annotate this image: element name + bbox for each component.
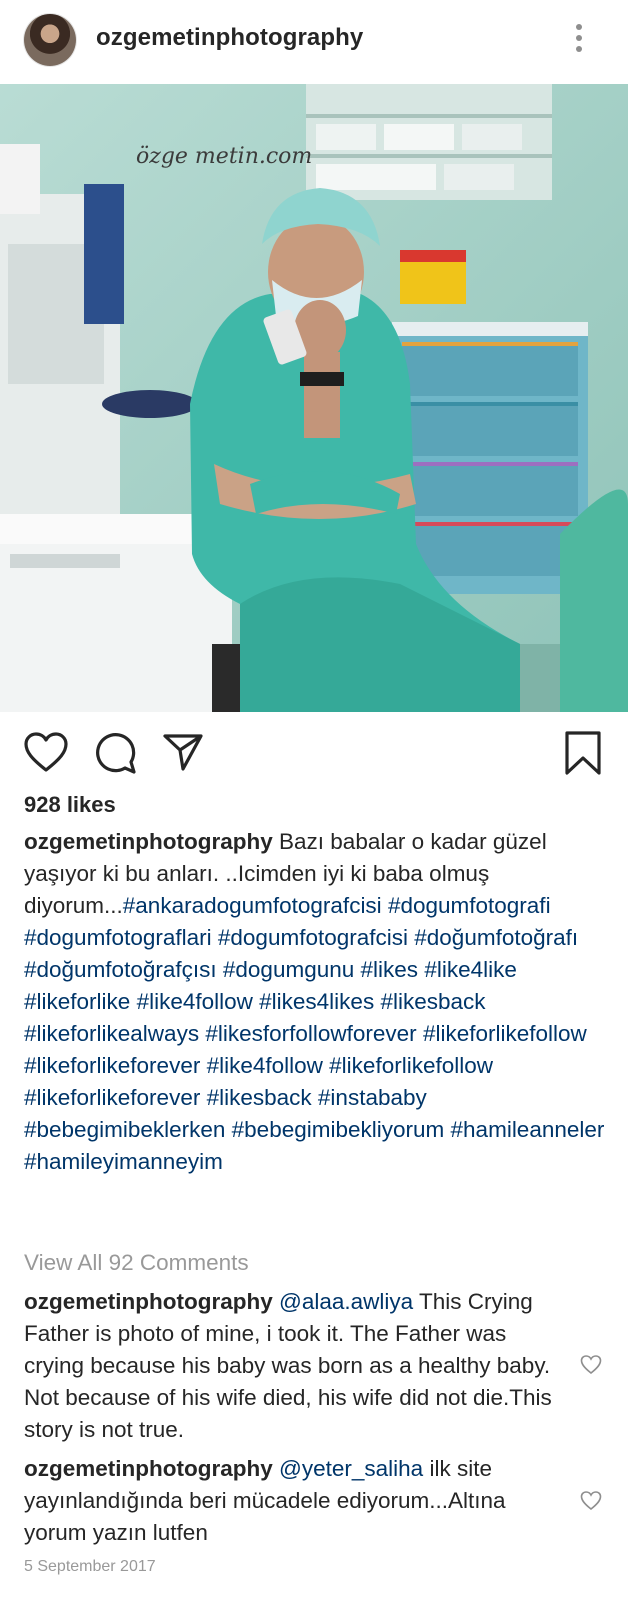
view-all-comments-link[interactable]: View All 92 Comments — [24, 1250, 249, 1276]
heart-icon[interactable] — [24, 732, 68, 774]
hashtag-link[interactable]: #dogumfotograflari — [24, 925, 212, 950]
post-photo[interactable]: özge metin.com — [0, 84, 628, 712]
comment: ozgemetinphotography @alaa.awliya This C… — [24, 1286, 572, 1446]
hashtag-link[interactable]: #likeforlike — [24, 989, 130, 1014]
hashtag-link[interactable]: #like4follow — [137, 989, 253, 1014]
hashtag-link[interactable]: #like4like — [424, 957, 517, 982]
hashtag-link[interactable]: #like4follow — [207, 1053, 323, 1078]
more-options-icon[interactable] — [574, 24, 584, 56]
like-count[interactable]: 928 likes — [24, 792, 116, 818]
post-username[interactable]: ozgemetinphotography — [96, 24, 363, 52]
bookmark-icon[interactable] — [564, 730, 602, 776]
hashtag-link[interactable]: #dogumgunu — [223, 957, 354, 982]
hashtag-link[interactable]: #likeforlikefollow — [329, 1053, 493, 1078]
hashtag-link[interactable]: #dogumfotografi — [388, 893, 551, 918]
caption-username[interactable]: ozgemetinphotography — [24, 829, 273, 854]
hashtag-link[interactable]: #ankaradogumfotografcisi — [123, 893, 382, 918]
comment-username[interactable]: ozgemetinphotography — [24, 1289, 273, 1314]
share-icon[interactable] — [162, 732, 204, 772]
hashtag-link[interactable]: #likeforlikefollow — [423, 1021, 587, 1046]
hashtag-link[interactable]: #likesforfollowforever — [205, 1021, 416, 1046]
avatar[interactable] — [24, 14, 76, 66]
hashtag-link[interactable]: #bebegimibeklerken — [24, 1117, 225, 1142]
hashtag-link[interactable]: #likeforlikeforever — [24, 1085, 200, 1110]
hashtag-link[interactable]: #likeforlikeforever — [24, 1053, 200, 1078]
post-header: ozgemetinphotography — [0, 0, 628, 84]
comment-mention[interactable]: @yeter_saliha — [279, 1456, 423, 1481]
comment-username[interactable]: ozgemetinphotography — [24, 1456, 273, 1481]
post-date: 5 September 2017 — [24, 1558, 156, 1575]
hashtag-link[interactable]: #likeforlikealways — [24, 1021, 199, 1046]
watermark: özge metin.com — [136, 144, 313, 169]
hashtag-link[interactable]: #likes4likes — [259, 989, 374, 1014]
hashtag-link[interactable]: #likesback — [380, 989, 485, 1014]
comment-icon[interactable] — [94, 732, 136, 774]
hashtag-link[interactable]: #hamileanneler — [451, 1117, 605, 1142]
comment: ozgemetinphotography @yeter_saliha ilk s… — [24, 1453, 572, 1549]
comment-like-heart-icon[interactable] — [580, 1490, 602, 1512]
post-caption: ozgemetinphotography Bazı babalar o kada… — [24, 826, 606, 1178]
hashtag-link[interactable]: #hamileyimanneyim — [24, 1149, 223, 1174]
hashtag-link[interactable]: #dogumfotografcisi — [218, 925, 408, 950]
hashtag-link[interactable]: #instababy — [318, 1085, 427, 1110]
hashtag-link[interactable]: #bebegimibekliyorum — [232, 1117, 445, 1142]
hashtag-link[interactable]: #likes — [361, 957, 419, 982]
action-bar — [0, 728, 628, 780]
hashtag-link[interactable]: #likesback — [207, 1085, 312, 1110]
comment-mention[interactable]: @alaa.awliya — [279, 1289, 413, 1314]
hashtag-link[interactable]: #doğumfotoğrafı — [414, 925, 578, 950]
caption-hashtags: #ankaradogumfotografcisi #dogumfotografi… — [24, 893, 604, 1174]
operating-room-photo — [0, 84, 628, 712]
hashtag-link[interactable]: #doğumfotoğrafçısı — [24, 957, 217, 982]
comment-like-heart-icon[interactable] — [580, 1354, 602, 1376]
